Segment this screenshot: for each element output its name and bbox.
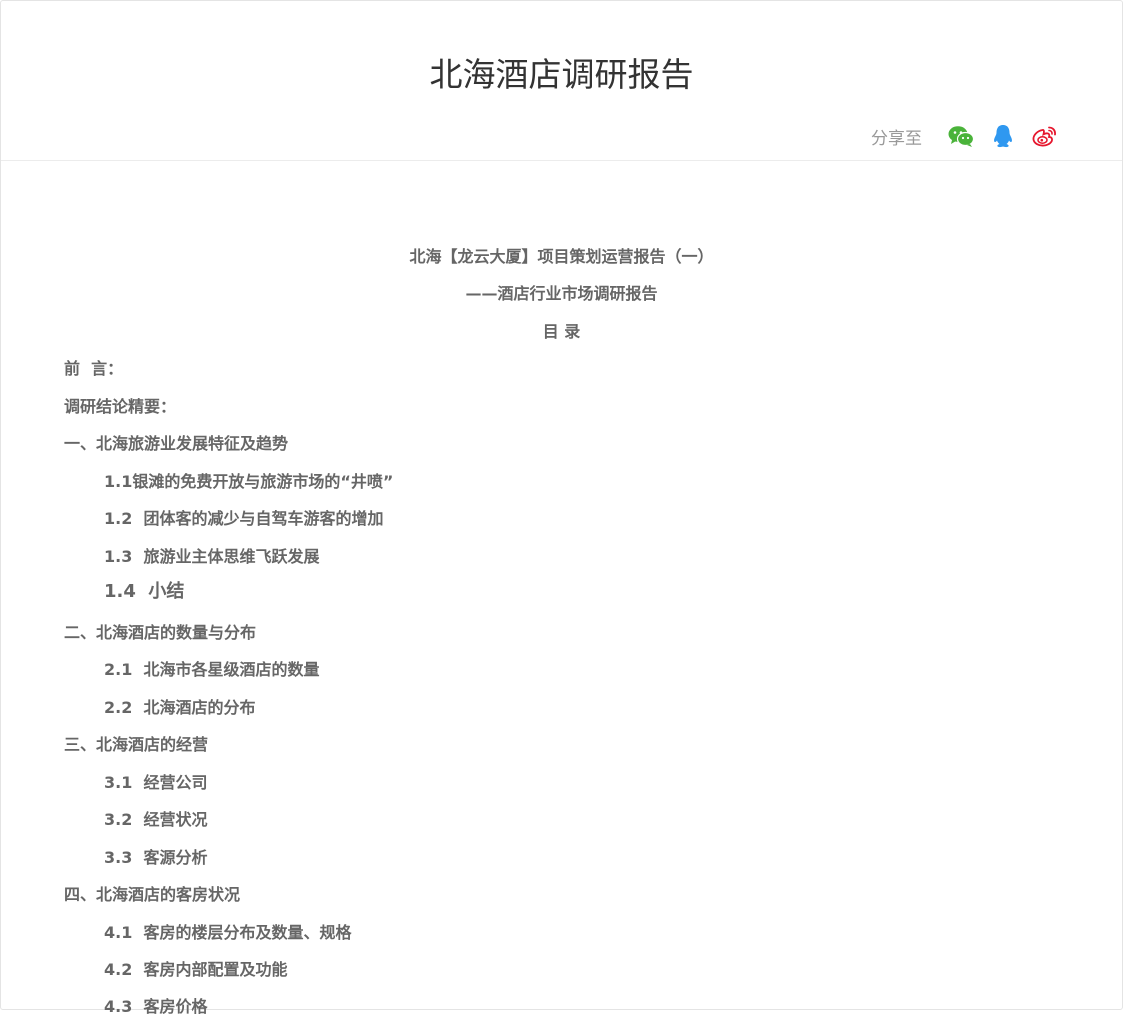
toc-item: 4.3 客房价格 [104, 997, 208, 1016]
share-label: 分享至 [871, 128, 922, 149]
article-header: 北海酒店调研报告 分享至 [1, 1, 1122, 161]
share-bar: 分享至 [871, 121, 1060, 151]
weibo-share-button[interactable] [1030, 121, 1060, 151]
toc-item: 4.1 客房的楼层分布及数量、规格 [104, 923, 352, 942]
wechat-share-button[interactable] [946, 121, 976, 151]
qq-share-button[interactable] [988, 121, 1018, 151]
article-page: 北海酒店调研报告 分享至 北海【龙云大厦】项目策划运营报告（一） ——酒店行业市… [0, 0, 1123, 1016]
toc-item: 三、北海酒店的经营 [64, 735, 209, 754]
toc-title: 目 录 [542, 322, 581, 341]
toc-item: 一、北海旅游业发展特征及趋势 [64, 434, 289, 453]
toc-item: 调研结论精要： [64, 397, 177, 416]
toc-item: 3.2 经营状况 [104, 810, 208, 829]
page-title: 北海酒店调研报告 [429, 55, 694, 94]
toc-item: 二、北海酒店的数量与分布 [64, 623, 257, 642]
toc-item: 1.3 旅游业主体思维飞跃发展 [104, 547, 320, 566]
toc-item: 3.3 客源分析 [104, 848, 208, 867]
toc-item: 1.1银滩的免费开放与旅游市场的“井喷” [104, 472, 394, 491]
toc-item: 四、北海酒店的客房状况 [64, 885, 241, 904]
doc-subheading: ——酒店行业市场调研报告 [465, 284, 658, 303]
toc-item: 前 言： [64, 359, 124, 378]
toc-item: 2.2 北海酒店的分布 [104, 698, 256, 717]
doc-heading: 北海【龙云大厦】项目策划运营报告（一） [409, 247, 714, 266]
wechat-icon [948, 126, 974, 147]
toc-item: 4.2 客房内部配置及功能 [104, 960, 288, 979]
toc-item: 3.1 经营公司 [104, 773, 208, 792]
toc-item: 1.4 小结 [104, 581, 185, 602]
toc-item: 2.1 北海市各星级酒店的数量 [104, 660, 320, 679]
qq-icon [994, 125, 1012, 148]
weibo-icon [1032, 126, 1056, 147]
toc-item: 1.2 团体客的减少与自驾车游客的增加 [104, 509, 384, 528]
